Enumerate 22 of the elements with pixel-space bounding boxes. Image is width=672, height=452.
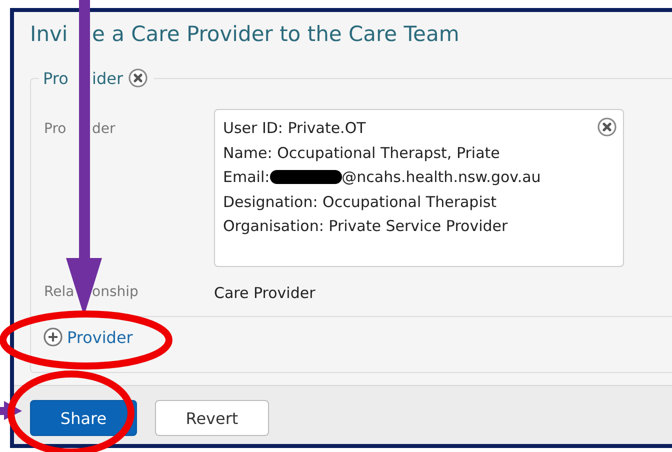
card-text: @ncahs.health.nsw.gov.au [342,167,541,188]
field-label: Rela [44,284,74,300]
revert-button[interactable]: Revert [155,400,269,436]
add-provider-link[interactable]: Provider [67,328,133,346]
window-title: e a Care Provider to the Care Team [92,22,460,46]
card-text: Name: Occupational Therapst, Priate [223,142,500,164]
remove-icon[interactable] [597,117,617,137]
add-icon[interactable] [43,327,63,347]
card-text: Organisation: Private Service Provider [223,216,508,237]
field-value: Care Provider [214,283,316,302]
share-button[interactable]: Share [30,400,137,436]
field-label: der [92,121,116,137]
annotation-arrow [0,401,22,420]
field-label: onship [92,284,138,300]
section-legend: ider [92,68,124,88]
card-text: Email: [223,167,270,188]
field-label: Pro [44,121,66,137]
section-legend: Pro [43,68,68,88]
card-text: Designation: Occupational Therapist [223,192,497,212]
remove-icon[interactable] [128,68,148,88]
card-text: User ID: Private.OT [223,118,366,139]
window-title: Invi [30,22,68,46]
